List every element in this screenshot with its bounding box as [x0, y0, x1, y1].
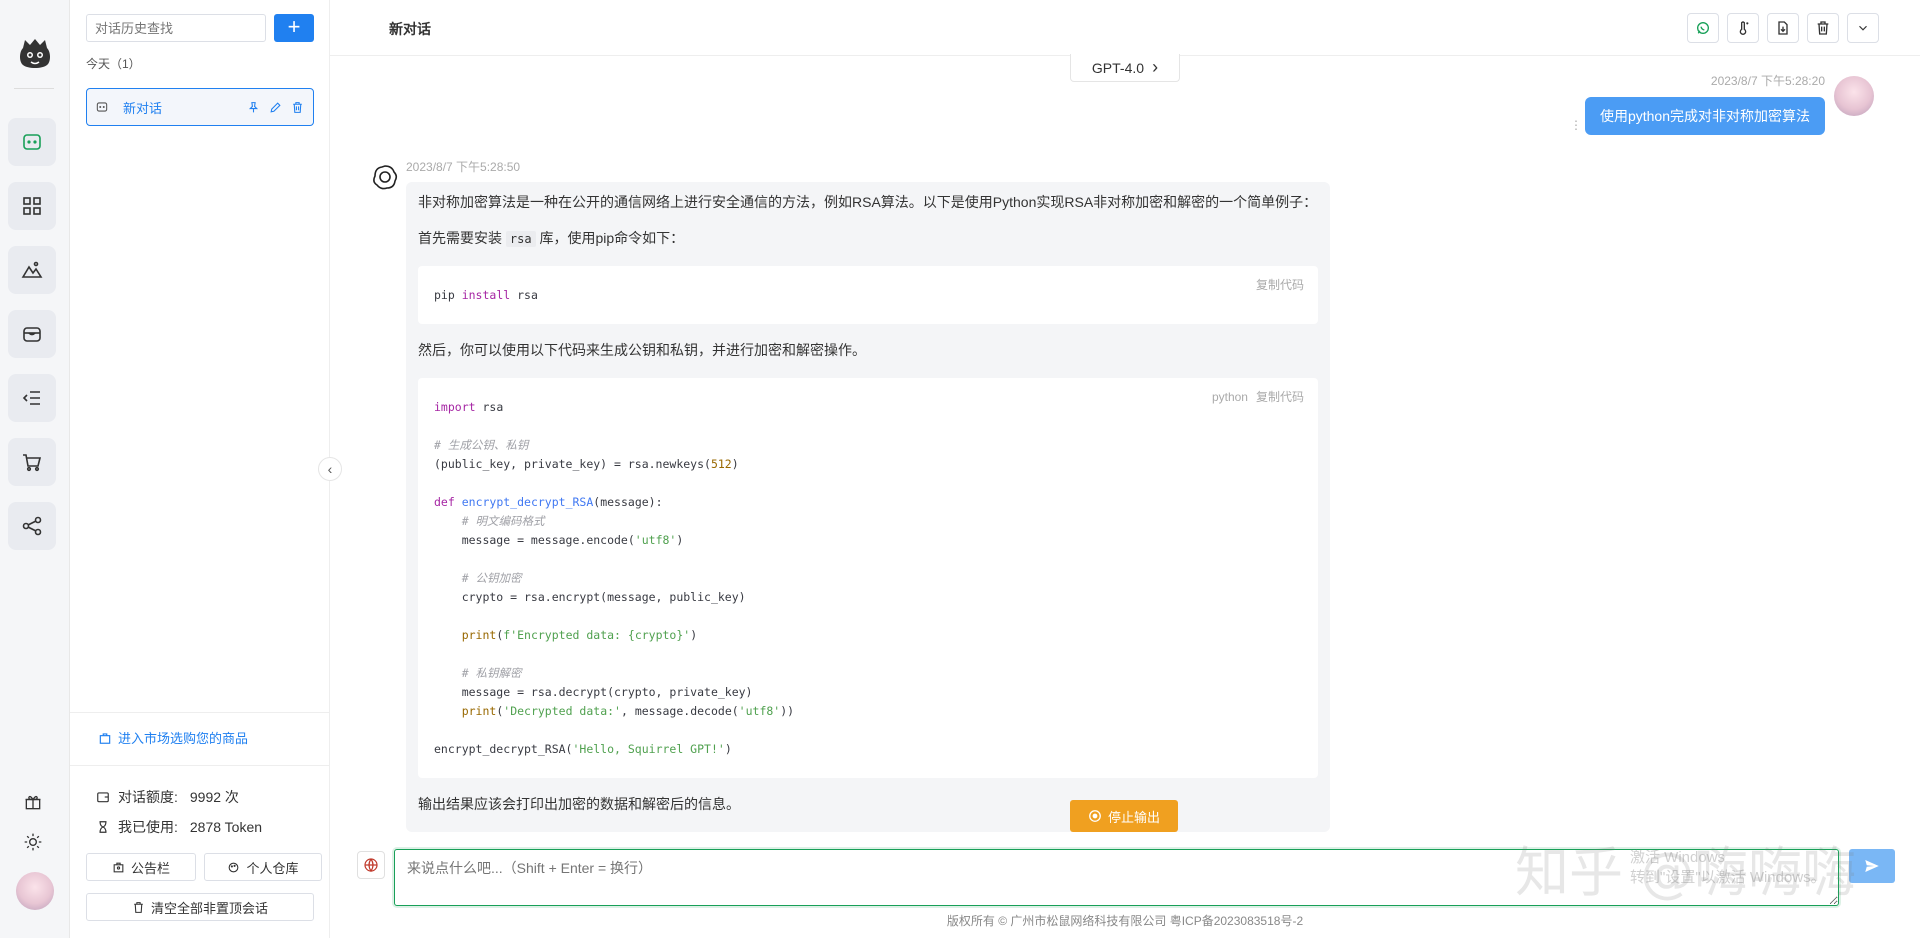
- icon-rail: [0, 0, 70, 938]
- cart-icon: [23, 454, 42, 472]
- conversation-item[interactable]: 新对话: [86, 88, 314, 126]
- delete-icon[interactable]: [289, 99, 305, 115]
- hourglass-icon: [99, 821, 107, 833]
- image-icon: [21, 261, 43, 278]
- chat-header: 新对话: [330, 0, 1920, 56]
- footer-copyright: 版权所有 © 广州市松鼠网络科技有限公司 粤ICP备2023083518号-2: [946, 914, 1304, 928]
- copy-code-button[interactable]: 复制代码: [1256, 278, 1304, 292]
- inline-code: rsa: [505, 231, 536, 247]
- collapse-sidebar-button[interactable]: ‹: [318, 457, 342, 481]
- pin-icon[interactable]: [245, 99, 261, 115]
- model-label: GPT-4.0: [1091, 59, 1145, 76]
- page-title: 新对话: [389, 21, 431, 37]
- bot-install-text: 首先需要安装 rsa 库，使用pip命令如下：: [418, 230, 685, 247]
- app-root: + 今天（1） 新对话 进入市场选购您的商品 对话额度: 9992 次 我已使用…: [0, 0, 1920, 938]
- stop-icon: [1089, 810, 1101, 822]
- bot-intro-text: 非对称加密算法是一种在公开的通信网络上进行安全通信的方法，例如RSA算法。以下是…: [418, 194, 1318, 210]
- warehouse-button-label: 个人仓库: [246, 860, 299, 876]
- market-link-label: 进入市场选购您的商品: [118, 731, 249, 746]
- chevron-left-icon: ‹: [327, 461, 333, 477]
- temperature-button[interactable]: [1727, 13, 1759, 43]
- code-content: import rsa # 生成公钥、私钥 (public_key, privat…: [434, 400, 795, 756]
- rail-share-button[interactable]: [8, 502, 56, 550]
- rail-image-button[interactable]: [8, 246, 56, 294]
- chat-icon: [96, 102, 108, 112]
- download-button[interactable]: [1767, 13, 1799, 43]
- code-content: pip install rsa: [434, 288, 538, 302]
- logo-icon: [20, 39, 50, 68]
- user-message-time: 2023/8/7 下午5:28:20: [1710, 74, 1825, 88]
- rail-wallet-button[interactable]: [8, 310, 56, 358]
- bot-message-bubble: 非对称加密算法是一种在公开的通信网络上进行安全通信的方法，例如RSA算法。以下是…: [406, 182, 1330, 832]
- clear-conversations-button[interactable]: 清空全部非置顶会话: [86, 893, 314, 921]
- bot-message-time: 2023/8/7 下午5:28:50: [406, 160, 521, 174]
- stop-output-button[interactable]: 停止输出: [1070, 800, 1178, 832]
- windows-activation-notice: 激活 Windows 转到"设置"以激活 Windows。: [1630, 849, 1826, 886]
- theme-toggle-button[interactable]: [20, 829, 46, 855]
- whatsapp-button[interactable]: [1687, 13, 1719, 43]
- code-block-install: 复制代码 pip install rsa: [418, 266, 1318, 324]
- conversation-title: 新对话: [123, 100, 163, 116]
- clear-button-label: 清空全部非置顶会话: [150, 900, 268, 916]
- user-message-avatar: [1834, 76, 1874, 116]
- wallet-icon: [23, 327, 41, 342]
- history-sidebar: + 今天（1） 新对话 进入市场选购您的商品 对话额度: 9992 次 我已使用…: [70, 0, 330, 938]
- prompt-library-button[interactable]: [357, 851, 385, 879]
- gift-icon: [25, 795, 41, 810]
- stop-output-label: 停止输出: [1107, 809, 1160, 825]
- code-language-label: python: [1211, 390, 1248, 404]
- model-selector[interactable]: GPT-4.0 ›: [1070, 54, 1180, 82]
- group-label-today: 今天（1）: [86, 57, 141, 71]
- used-row: 我已使用: 2878 Token: [96, 817, 262, 837]
- download-icon: [1778, 21, 1788, 35]
- apps-icon: [23, 197, 41, 215]
- history-search-input[interactable]: [86, 14, 266, 42]
- market-link[interactable]: 进入市场选购您的商品: [98, 728, 248, 747]
- rail-chat-button[interactable]: [8, 118, 56, 166]
- more-menu-button[interactable]: [1847, 13, 1879, 43]
- trash-icon: [134, 901, 143, 913]
- warehouse-button[interactable]: 个人仓库: [204, 853, 322, 881]
- wallet-small-icon: [97, 792, 109, 803]
- send-icon: [1865, 860, 1879, 872]
- quota-value: 9992 次: [189, 789, 239, 805]
- edit-icon[interactable]: [267, 99, 283, 115]
- gift-button[interactable]: [20, 789, 46, 815]
- list-icon: [22, 391, 40, 405]
- rail-apps-button[interactable]: [8, 182, 56, 230]
- sidebar-divider: [70, 765, 329, 766]
- notice-button[interactable]: 公告栏: [86, 853, 196, 881]
- share-icon: [22, 516, 42, 536]
- delete-chat-button[interactable]: [1807, 13, 1839, 43]
- globe-icon: [364, 858, 378, 873]
- notice-icon: [113, 862, 124, 872]
- code-block-python: python 复制代码 import rsa # 生成公钥、私钥 (public_…: [418, 378, 1318, 778]
- notice-button-label: 公告栏: [130, 860, 170, 876]
- used-label: 我已使用:: [118, 819, 178, 835]
- chevron-down-icon: [1859, 25, 1867, 31]
- thermometer-icon: [1739, 21, 1749, 35]
- copy-code-button[interactable]: 复制代码: [1256, 390, 1304, 404]
- rail-list-button[interactable]: [8, 374, 56, 422]
- used-value: 2878 Token: [189, 819, 263, 835]
- openai-logo-icon: [373, 165, 398, 190]
- quota-row: 对话额度: 9992 次: [96, 787, 239, 807]
- message-menu-icon[interactable]: ⋮: [1570, 118, 1582, 132]
- trash-icon: [1817, 21, 1829, 35]
- user-message-bubble: 使用python完成对非对称加密算法: [1585, 97, 1825, 135]
- palette-icon: [229, 862, 239, 872]
- sun-icon: [24, 833, 42, 851]
- sidebar-divider: [70, 712, 329, 713]
- bot-then-text: 然后，你可以使用以下代码来生成公钥和私钥，并进行加密和解密操作。: [418, 342, 866, 358]
- quota-label: 对话额度:: [118, 789, 178, 805]
- chat-icon: [23, 134, 41, 150]
- bag-icon: [99, 732, 111, 744]
- rail-cart-button[interactable]: [8, 438, 56, 486]
- rail-divider: [14, 88, 54, 89]
- bot-result-text: 输出结果应该会打印出加密的数据和解密后的信息。: [418, 796, 740, 812]
- new-chat-button[interactable]: +: [274, 14, 314, 42]
- whatsapp-icon: [1697, 22, 1709, 34]
- user-avatar[interactable]: [16, 872, 54, 910]
- chevron-right-icon: ›: [1152, 57, 1159, 77]
